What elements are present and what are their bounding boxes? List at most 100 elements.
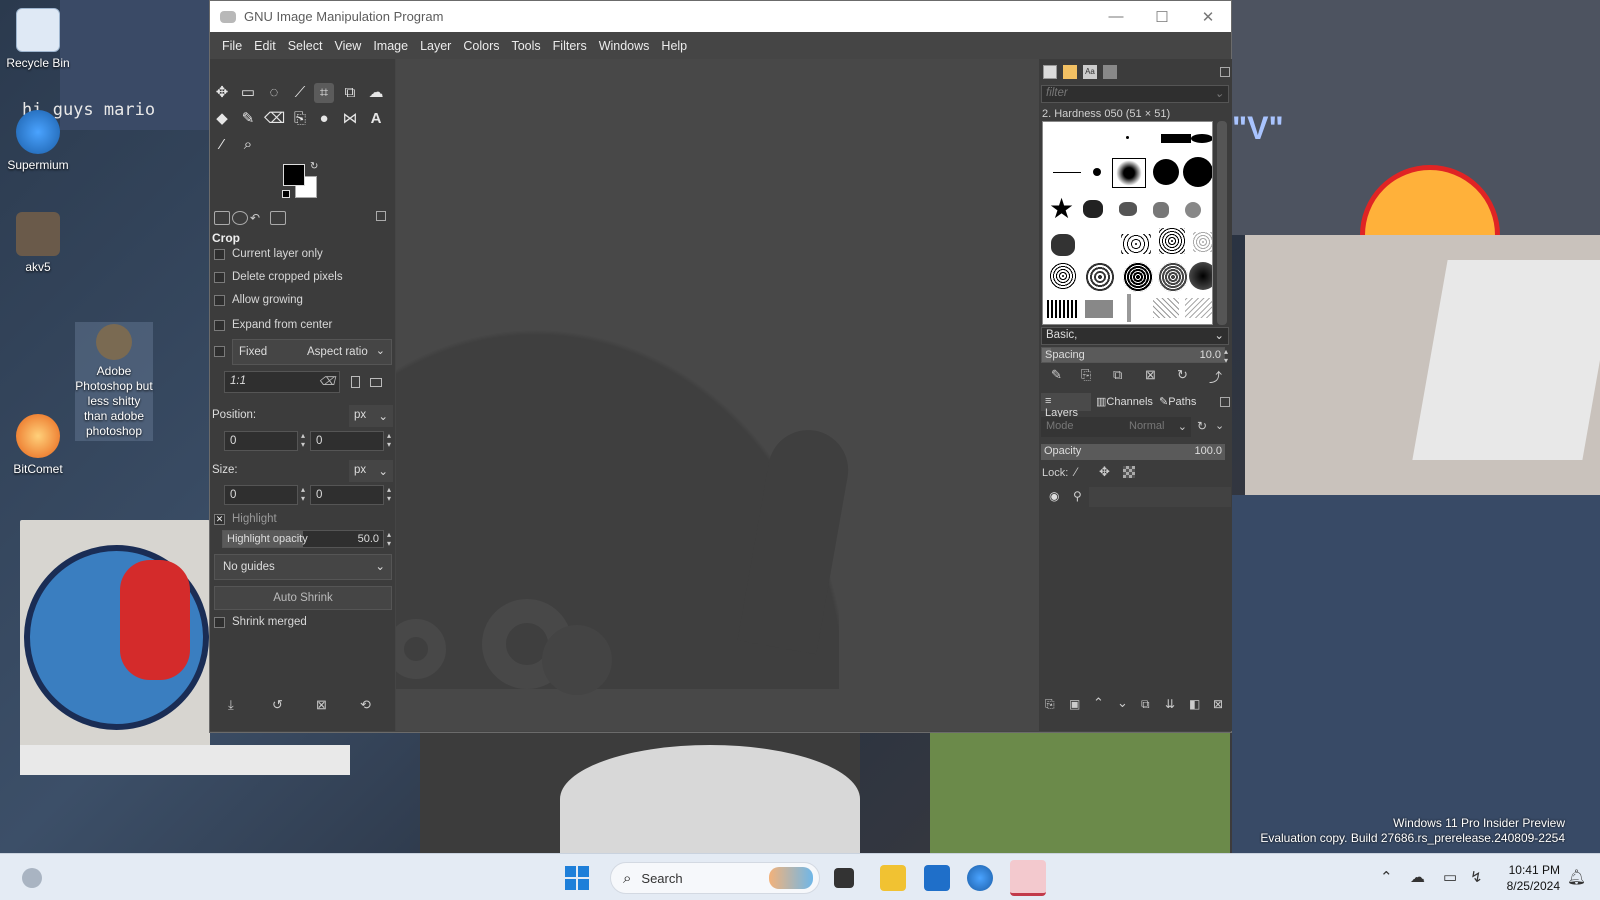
lock-pixels-icon[interactable]: ⁄ [1075, 465, 1077, 479]
menu-file[interactable]: File [216, 39, 248, 53]
shrink-merged-checkbox[interactable]: Shrink merged [214, 616, 307, 628]
lock-position-icon[interactable]: ✥ [1099, 464, 1110, 480]
refresh-brushes-icon[interactable]: ↻ [1177, 367, 1188, 383]
layer-opacity-slider[interactable]: Opacity 100.0 [1041, 444, 1225, 460]
unified-transform-tool-icon[interactable]: ⧉ [340, 83, 360, 103]
text-tool-icon[interactable]: A [366, 109, 386, 129]
new-layer-icon[interactable]: ⎘ [1045, 697, 1055, 712]
position-unit-dropdown[interactable]: px ⌄ [349, 405, 393, 427]
bitcomet-tray-icon[interactable]: ↯ [1470, 868, 1483, 886]
visibility-eye-icon[interactable]: ◉ [1049, 489, 1059, 503]
duplicate-brush-icon[interactable]: ⧉ [1113, 367, 1122, 383]
rect-select-tool-icon[interactable]: ▭ [238, 83, 258, 103]
notification-bell-icon[interactable]: 🔔︎ [1567, 868, 1586, 886]
size-h-input[interactable]: 0 [310, 485, 384, 505]
menu-edit[interactable]: Edit [248, 39, 282, 53]
save-tool-preset-icon[interactable]: ⤓ [228, 697, 234, 713]
clone-tool-icon[interactable]: ⎘ [290, 109, 310, 129]
chain-link-icon[interactable]: ⚲ [1073, 489, 1082, 503]
delete-layer-icon[interactable]: ⊠ [1213, 697, 1223, 711]
menu-layer[interactable]: Layer [414, 39, 457, 53]
desktop-icon-bitcomet[interactable]: BitComet [0, 414, 77, 477]
menu-image[interactable]: Image [367, 39, 414, 53]
merge-layer-icon[interactable]: ⇊ [1165, 697, 1175, 711]
maximize-button[interactable]: ☐ [1139, 8, 1185, 26]
desktop-icon-akv5[interactable]: akv5 [0, 212, 77, 275]
document-history-tab-icon[interactable] [1103, 65, 1117, 79]
move-tool-icon[interactable]: ✥ [212, 83, 232, 103]
clock[interactable]: 10:41 PM 8/25/2024 [1496, 862, 1560, 894]
allow-growing-checkbox[interactable]: Allow growing [214, 294, 303, 306]
restore-tool-preset-icon[interactable]: ↺ [272, 697, 283, 713]
supermium-taskbar-icon[interactable] [967, 865, 993, 891]
desktop-icon-recycle-bin[interactable]: Recycle Bin [0, 8, 77, 71]
menu-tools[interactable]: Tools [505, 39, 546, 53]
fixed-checkbox[interactable] [214, 346, 232, 357]
layer-mode-reset-icon[interactable]: ↻ [1197, 419, 1207, 433]
network-icon[interactable]: ▭ [1443, 868, 1457, 886]
brush-grid-scrollbar[interactable] [1217, 121, 1227, 325]
spacing-slider[interactable]: Spacing 10.0 [1041, 347, 1225, 363]
microsoft-store-icon[interactable] [924, 865, 950, 891]
highlight-checkbox[interactable]: ✕ Highlight [214, 513, 277, 525]
landscape-icon[interactable] [370, 378, 382, 387]
delete-brush-icon[interactable]: ⊠ [1145, 367, 1156, 383]
desktop-icon-supermium[interactable]: Supermium [0, 110, 77, 173]
delete-tool-preset-icon[interactable]: ⊠ [316, 697, 327, 713]
gimp-taskbar-icon[interactable] [1010, 860, 1046, 896]
default-colors-icon[interactable] [282, 190, 290, 198]
size-h-spinner[interactable]: ▴ ▾ [384, 485, 394, 505]
size-w-input[interactable]: 0 [224, 485, 298, 505]
open-brush-image-icon[interactable]: ⤴ [1209, 367, 1222, 386]
brush-filter-input[interactable]: filter ⌄ [1041, 85, 1229, 103]
file-explorer-icon[interactable] [880, 865, 906, 891]
undo-history-tab-icon[interactable]: ↶ [250, 211, 266, 225]
close-button[interactable]: ✕ [1185, 8, 1231, 26]
ratio-input[interactable]: 1:1 ⌫ [224, 371, 340, 393]
size-unit-dropdown[interactable]: px ⌄ [349, 460, 393, 482]
lower-layer-icon[interactable]: ⌄ [1117, 695, 1128, 711]
position-y-spinner[interactable]: ▴ ▾ [384, 431, 394, 451]
edit-brush-icon[interactable]: ✎ [1051, 367, 1062, 383]
chevron-down-icon[interactable]: ⌄ [1215, 419, 1224, 432]
highlight-opacity-spinner[interactable]: ▴ ▾ [384, 530, 394, 550]
paths-tab[interactable]: ✎Paths [1157, 393, 1207, 411]
brush-tag-input[interactable]: Basic, ⌄ [1041, 327, 1229, 345]
paths-tool-icon[interactable]: ⋈ [340, 109, 360, 129]
brush-grid[interactable]: ★ [1042, 121, 1213, 325]
new-brush-icon[interactable]: ⎘ [1081, 367, 1091, 383]
layer-mode-dropdown[interactable]: Mode Normal ⌄ [1041, 417, 1191, 437]
bucket-fill-tool-icon[interactable]: ◆ [212, 109, 232, 129]
new-layer-group-icon[interactable]: ▣ [1069, 697, 1080, 711]
warp-tool-icon[interactable]: ☁ [366, 83, 386, 103]
channels-tab[interactable]: ▥Channels [1092, 393, 1156, 411]
highlight-opacity-slider[interactable]: Highlight opacity 50.0 [222, 530, 384, 548]
lasso-tool-icon[interactable]: ◌ [264, 83, 284, 103]
device-status-tab-icon[interactable] [232, 211, 248, 225]
guides-dropdown[interactable]: No guides ⌄ [214, 554, 392, 580]
fonts-tab-icon[interactable]: Aa [1083, 65, 1097, 79]
taskbar-search[interactable]: ⌕ Search [610, 862, 820, 894]
images-tab-icon[interactable] [270, 211, 286, 225]
tool-options-tab-icon[interactable] [214, 211, 230, 225]
layers-list[interactable] [1089, 487, 1231, 507]
position-x-input[interactable]: 0 [224, 431, 298, 451]
onedrive-offline-icon[interactable]: ☁ [1410, 868, 1425, 886]
position-x-spinner[interactable]: ▴ ▾ [298, 431, 308, 451]
lock-alpha-icon[interactable] [1123, 466, 1135, 478]
menu-help[interactable]: Help [655, 39, 693, 53]
delete-cropped-pixels-checkbox[interactable]: Delete cropped pixels [214, 271, 343, 283]
clear-field-icon[interactable]: ⌫ [319, 374, 335, 388]
brushes-tab-icon[interactable] [1043, 65, 1057, 79]
patterns-tab-icon[interactable] [1063, 65, 1077, 79]
swap-colors-icon[interactable]: ↻ [310, 161, 318, 172]
smudge-tool-icon[interactable]: ● [314, 109, 334, 129]
menu-windows[interactable]: Windows [593, 39, 656, 53]
configure-tab-icon[interactable] [1220, 67, 1230, 77]
fuzzy-select-tool-icon[interactable]: ⟋ [290, 83, 310, 103]
start-button[interactable] [565, 866, 589, 890]
layer-mask-icon[interactable]: ◧ [1189, 697, 1200, 711]
configure-tab-icon[interactable] [376, 211, 386, 221]
image-canvas-area[interactable] [396, 59, 1039, 731]
minimize-button[interactable]: — [1093, 8, 1139, 25]
